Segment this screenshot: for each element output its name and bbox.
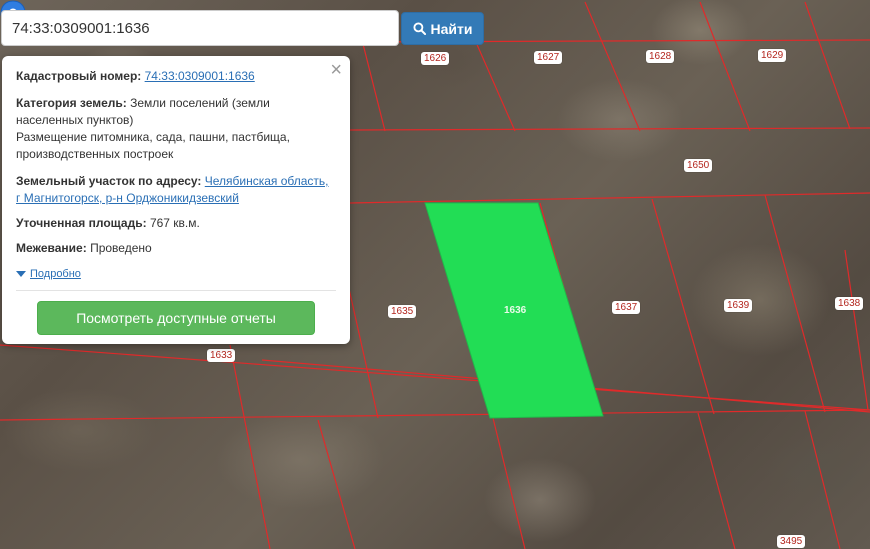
parcel-label-1629[interactable]: 1629 xyxy=(758,49,787,62)
search-button-label: Найти xyxy=(430,20,473,37)
address-label: Земельный участок по адресу: xyxy=(16,174,202,188)
search-icon xyxy=(412,22,426,35)
usage-value: Размещение питомника, сада, пашни, пастб… xyxy=(16,130,290,161)
parcel-label-1637[interactable]: 1637 xyxy=(612,301,641,314)
details-link[interactable]: Подробно xyxy=(16,266,81,283)
parcel-label-1650[interactable]: 1650 xyxy=(684,159,713,172)
parcel-label-1633[interactable]: 1633 xyxy=(207,349,236,362)
survey-value: Проведено xyxy=(90,241,152,255)
category-row: Категория земель: Земли поселений (земли… xyxy=(16,95,336,163)
search-input[interactable] xyxy=(1,10,399,46)
caret-down-icon xyxy=(16,271,26,277)
parcel-label-3495[interactable]: 3495 xyxy=(777,535,806,548)
parcel-label-1635[interactable]: 1635 xyxy=(388,305,417,318)
area-row: Уточненная площадь: 767 кв.м. xyxy=(16,215,336,232)
divider xyxy=(16,290,336,291)
search-button[interactable]: Найти xyxy=(401,12,484,45)
parcel-label-1627[interactable]: 1627 xyxy=(534,51,563,64)
view-reports-button[interactable]: Посмотреть доступные отчеты xyxy=(37,301,315,335)
cadastral-link[interactable]: 74:33:0309001:1636 xyxy=(145,69,255,83)
address-row: Земельный участок по адресу: Челябинская… xyxy=(16,173,336,207)
area-value: 767 кв.м. xyxy=(149,216,200,230)
details-row: Подробно xyxy=(16,265,336,283)
details-link-label: Подробно xyxy=(30,267,81,280)
close-icon[interactable]: × xyxy=(330,60,342,80)
parcel-label-1628[interactable]: 1628 xyxy=(646,50,675,63)
category-label: Категория земель: xyxy=(16,96,127,110)
area-label: Уточненная площадь: xyxy=(16,216,147,230)
parcel-label-1626[interactable]: 1626 xyxy=(421,52,450,65)
parcel-label-1638[interactable]: 1638 xyxy=(835,297,864,310)
survey-row: Межевание: Проведено xyxy=(16,240,336,257)
parcel-label-1636[interactable]: 1636 xyxy=(501,304,529,317)
cadastral-row: Кадастровый номер: 74:33:0309001:1636 xyxy=(16,68,336,85)
parcel-label-1639[interactable]: 1639 xyxy=(724,299,753,312)
cadastral-label: Кадастровый номер: xyxy=(16,69,142,83)
parcel-info-popup: × Кадастровый номер: 74:33:0309001:1636 … xyxy=(2,56,350,344)
survey-label: Межевание: xyxy=(16,241,87,255)
